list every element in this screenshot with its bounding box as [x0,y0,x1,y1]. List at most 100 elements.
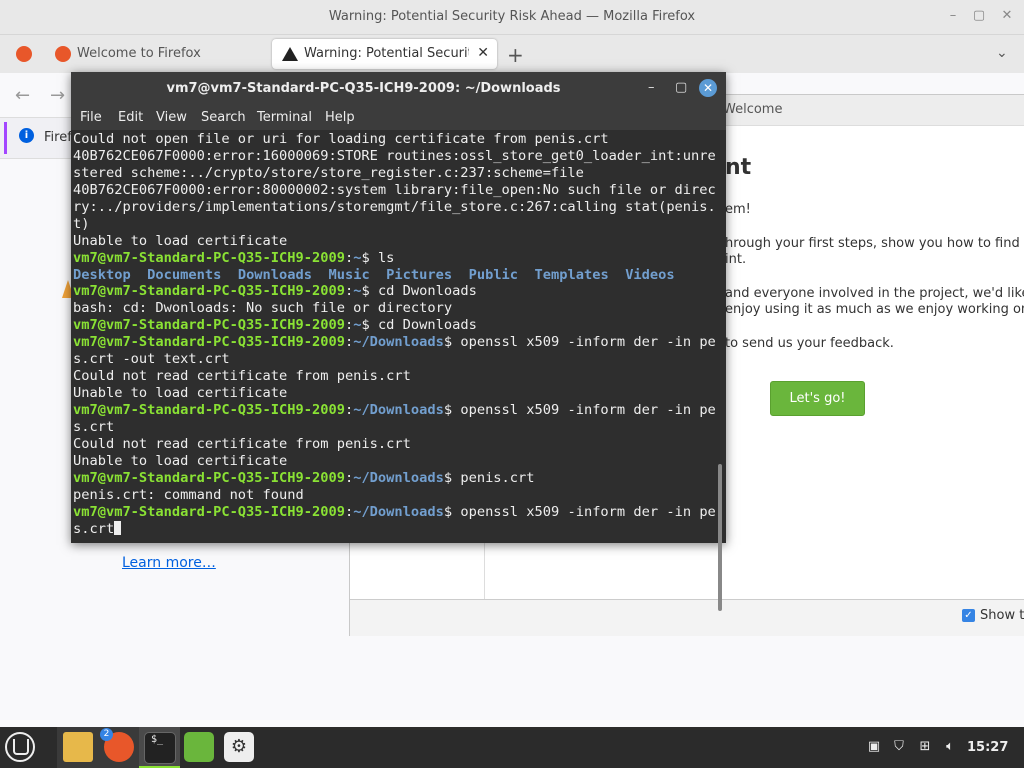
close-icon[interactable]: ✕ [999,8,1015,24]
welcome-text-line: enjoy using it as much as we enjoy worki… [725,302,1024,317]
prompt-user: vm7@vm7-Standard-PC-Q35-ICH9-2009 [73,503,345,520]
dir-entry: Videos [625,266,675,283]
mint-menu-icon[interactable] [5,732,35,762]
terminal-line: Could not read certificate from penis.cr… [73,368,411,385]
terminal-window: vm7@vm7-Standard-PC-Q35-ICH9-2009: ~/Dow… [71,72,726,611]
menu-search[interactable]: Search [201,110,246,125]
welcome-footer [350,599,1024,636]
menu-edit[interactable]: Edit [118,110,143,125]
terminal-prompt-line: vm7@vm7-Standard-PC-Q35-ICH9-2009:~$ ls [73,249,395,266]
settings-gear-icon[interactable]: ⚙ [224,732,254,762]
terminal-titlebar[interactable]: vm7@vm7-Standard-PC-Q35-ICH9-2009: ~/Dow… [71,72,726,105]
terminal-icon: $_ [144,732,176,764]
terminal-line: Could not read certificate from penis.cr… [73,435,411,452]
terminal-line: penis.crt: command not found [73,486,304,503]
minimize-icon[interactable]: – [945,8,961,24]
taskbar-clock[interactable]: 15:27 [967,740,1008,755]
info-icon: i [19,128,34,143]
firefox-favicon-icon [55,46,71,62]
tab-label: Warning: Potential Security Risk Ahead [304,46,469,61]
terminal-line: Unable to load certificate [73,452,288,469]
terminal-output[interactable]: Could not open file or uri for loading c… [73,131,715,543]
menu-terminal[interactable]: Terminal [257,110,312,125]
notification-tray-icon[interactable]: ▣ [866,739,882,755]
volume-icon[interactable]: 🔈︎ [942,739,958,755]
directory-listing: Desktop Documents Downloads Music Pictur… [73,267,715,284]
terminal-line: t) [73,215,90,232]
warning-icon [282,47,298,61]
notice-text: Firef [44,130,72,145]
mintinstall-icon[interactable] [184,732,214,762]
dir-entry: Templates [534,266,609,283]
terminal-line: s.crt [73,418,115,435]
command-text: openssl x509 -inform der -in peni [460,402,715,418]
command-text: penis.crt [460,469,535,486]
terminal-line: 40B762CE067F0000:error:80000002:system l… [73,181,715,198]
terminal-line: Could not open file or uri for loading c… [73,131,609,147]
tab-welcome[interactable]: Welcome to Firefox [45,39,267,69]
maximize-icon[interactable]: ▢ [971,8,987,24]
terminal-menubar: File Edit View Search Terminal Help [71,105,726,130]
firefox-titlebar[interactable]: Warning: Potential Security Risk Ahead —… [0,0,1024,35]
welcome-text-line: em! [725,202,751,217]
menu-help[interactable]: Help [325,110,355,125]
welcome-text-line: hrough your first steps, show you how to… [725,236,1024,251]
new-tab-button[interactable]: + [507,43,524,67]
prompt-path: ~ [353,317,362,334]
firefox-window-title: Warning: Potential Security Risk Ahead —… [328,9,696,24]
terminal-line: 40B762CE067F0000:error:16000069:STORE ro… [73,147,715,164]
command-text: ls [377,249,395,266]
firefox-view-tab[interactable] [6,39,36,69]
terminal-line: stered scheme:../crypto/store/store_regi… [73,164,584,181]
terminal-line: Unable to load certificate [73,232,288,249]
back-arrow-icon[interactable]: ← [15,85,30,106]
taskbar-item-terminal[interactable]: $_ [139,727,180,768]
dir-entry: Music [328,266,370,283]
terminal-input-line[interactable]: s.crt [73,520,715,538]
command-text: openssl x509 -inform der -in peni [460,334,715,351]
terminal-line: s.crt -out text.crt [73,351,230,368]
taskbar: 2 $_ ⚙ ▣ ⛉ ⊞ 🔈︎ 15:27 [0,727,1024,768]
learn-more-link[interactable]: Learn more… [122,555,216,571]
notice-accent [4,122,7,154]
welcome-text-line: to send us your feedback. [725,336,894,351]
command-text: s.crt [73,520,115,537]
prompt-path: ~/Downloads [353,469,444,486]
prompt-user: vm7@vm7-Standard-PC-Q35-ICH9-2009 [73,317,345,334]
dir-entry: Downloads [237,266,312,283]
network-icon[interactable]: ⊞ [917,739,933,755]
show-dialog-checkbox[interactable]: ✓ [962,609,975,622]
terminal-prompt-line: vm7@vm7-Standard-PC-Q35-ICH9-2009:~/Down… [73,402,715,419]
close-tab-icon[interactable]: ✕ [477,45,489,61]
lets-go-button[interactable]: Let's go! [770,381,865,416]
dir-entry: Desktop [73,266,131,283]
welcome-heading: nt [725,155,752,180]
command-text: cd Downloads [377,317,477,334]
taskbar-item-firefox[interactable]: 2 [98,727,139,768]
prompt-user: vm7@vm7-Standard-PC-Q35-ICH9-2009 [73,402,345,418]
minimize-icon[interactable]: – [648,80,655,95]
shield-icon[interactable]: ⛉ [891,739,907,755]
dir-entry: Public [468,266,519,283]
window-count-badge: 2 [100,728,113,741]
terminal-scrollbar[interactable] [718,464,722,611]
tab-warning[interactable]: Warning: Potential Security Risk Ahead ✕ [272,39,497,69]
close-icon[interactable]: ✕ [699,79,717,97]
terminal-prompt-line: vm7@vm7-Standard-PC-Q35-ICH9-2009:~/Down… [73,469,535,486]
chevron-down-icon[interactable]: ⌄ [996,45,1008,61]
prompt-path: ~/Downloads [353,334,444,351]
terminal-prompt-line: vm7@vm7-Standard-PC-Q35-ICH9-2009:~/Down… [73,334,715,351]
terminal-prompt-line: vm7@vm7-Standard-PC-Q35-ICH9-2009:~$ cd … [73,317,477,334]
menu-view[interactable]: View [156,110,187,125]
taskbar-item-files[interactable] [57,727,98,768]
dir-entry: Documents [147,266,222,283]
maximize-icon[interactable]: ▢ [675,80,687,95]
prompt-user: vm7@vm7-Standard-PC-Q35-ICH9-2009 [73,283,345,300]
forward-arrow-icon[interactable]: → [50,85,65,106]
prompt-path: ~/Downloads [353,503,444,520]
prompt-user: vm7@vm7-Standard-PC-Q35-ICH9-2009 [73,249,345,266]
folder-icon [63,732,93,762]
terminal-line: Unable to load certificate [73,385,288,402]
menu-file[interactable]: File [80,110,102,125]
tab-label: Welcome to Firefox [77,46,201,61]
